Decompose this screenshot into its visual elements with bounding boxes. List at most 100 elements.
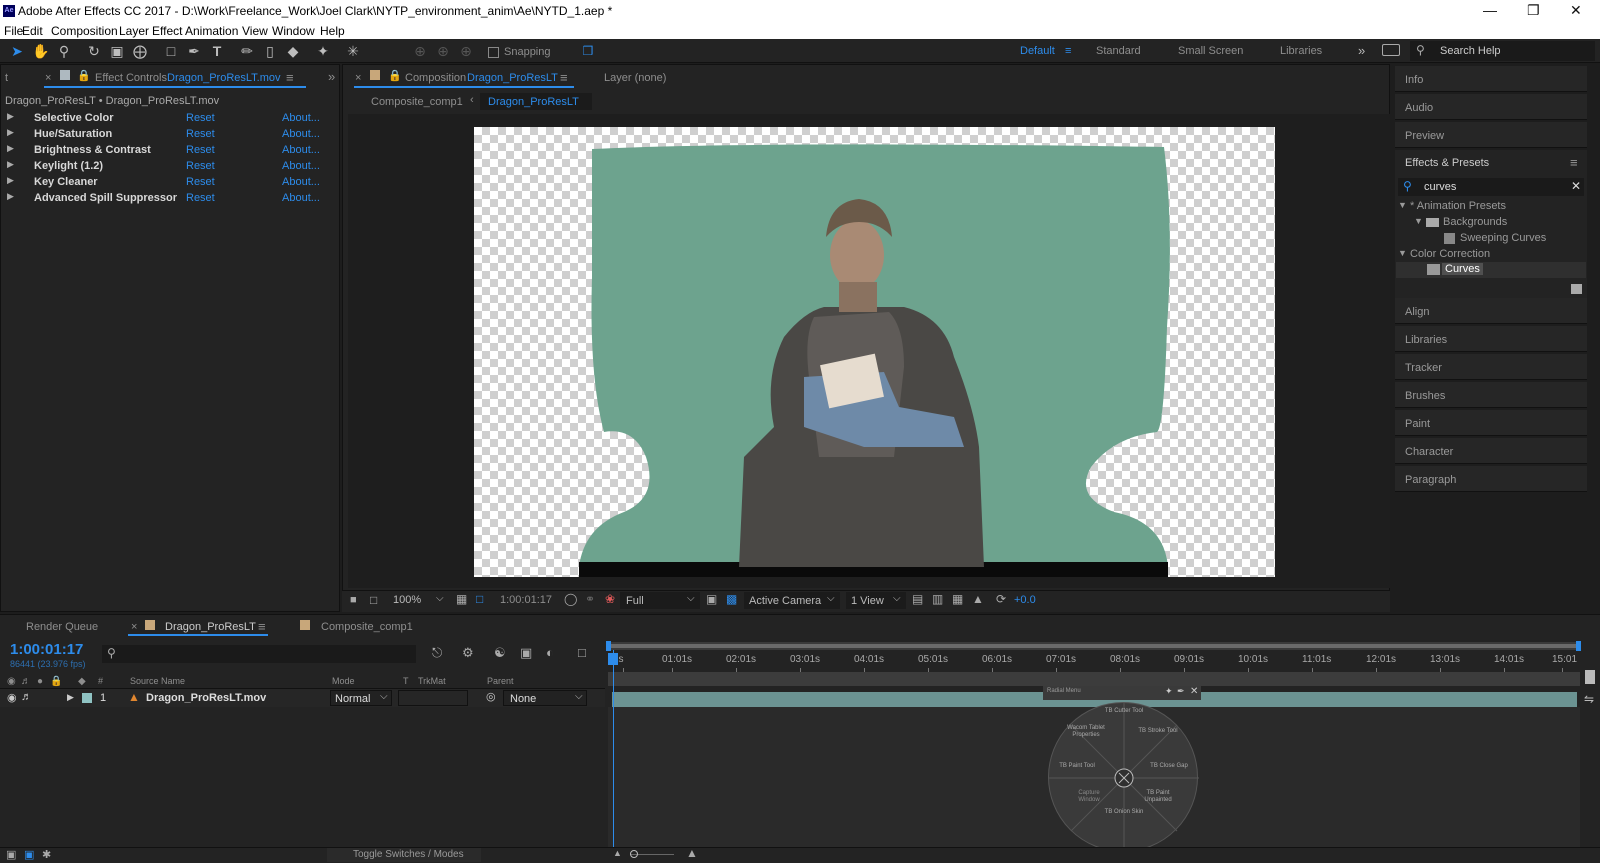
blend-mode-dropdown[interactable]: Normal ⌵ (330, 690, 392, 706)
mask-visibility-icon[interactable]: □ (476, 592, 483, 606)
libraries-panel-header[interactable]: Libraries (1395, 326, 1587, 352)
reset-button[interactable]: Reset (186, 192, 215, 204)
menu-layer[interactable]: Layer (119, 24, 149, 38)
settings-icon[interactable]: ✒ (1177, 686, 1185, 697)
show-snapshot-icon[interactable]: ⚭ (585, 592, 595, 606)
search-help-field[interactable]: ⚲ Search Help (1410, 41, 1595, 61)
effects-presets-title[interactable]: Effects & Presets (1405, 157, 1489, 169)
radial-item-cutter[interactable]: TB Cutter Tool (1104, 708, 1144, 715)
tree-curves[interactable]: Curves (1442, 263, 1483, 275)
expand-triangle-icon[interactable]: ▼ (1398, 248, 1407, 258)
pen-tool-icon[interactable]: ✒ (185, 42, 203, 60)
radial-item-wacom[interactable]: Wacom Tablet Properties (1066, 725, 1106, 739)
hand-tool-icon[interactable]: ✋ (32, 42, 50, 60)
in-out-panes-icon[interactable]: ✱ (42, 848, 51, 861)
graph-editor-icon[interactable]: □ (578, 645, 586, 660)
camera-dropdown[interactable]: Active Camera ⌵ (744, 592, 840, 609)
reset-button[interactable]: Reset (186, 176, 215, 188)
expand-triangle-icon[interactable]: ▼ (1414, 216, 1423, 226)
workspace-standard[interactable]: Standard (1096, 45, 1141, 57)
tree-backgrounds[interactable]: Backgrounds (1443, 216, 1507, 228)
breadcrumb-active[interactable]: Dragon_ProResLT (480, 93, 592, 110)
trkmat-field[interactable] (398, 690, 468, 706)
panel-menu-icon[interactable]: ≡ (560, 70, 568, 85)
timeline-timecode[interactable]: 1:00:01:17 (10, 641, 83, 658)
reset-exposure-icon[interactable]: ⟳ (996, 592, 1006, 606)
effect-row[interactable]: ▶ Key Cleaner Reset About... (0, 175, 330, 191)
brush-tool-icon[interactable]: ✏ (238, 42, 256, 60)
minimize-icon[interactable]: — (1483, 2, 1497, 18)
about-link[interactable]: About... (282, 160, 320, 172)
col-source-name[interactable]: Source Name (130, 676, 185, 686)
radial-item-paint-unpainted[interactable]: TB Paint Unpainted (1138, 790, 1178, 804)
radial-item-paint-tool[interactable]: TB Paint Tool (1057, 763, 1097, 770)
channel-icon[interactable]: ❀ (605, 592, 615, 606)
effect-row[interactable]: ▶ Selective Color Reset About... (0, 111, 330, 127)
playhead-handle[interactable] (608, 653, 618, 665)
region-of-interest-icon[interactable]: ▣ (706, 592, 717, 606)
new-bin-icon[interactable] (1571, 284, 1582, 294)
roto-brush-tool-icon[interactable]: ✦ (314, 42, 332, 60)
effects-search-field[interactable]: ⚲ curves ✕ (1398, 178, 1584, 196)
toggle-pixel-aspect-icon[interactable]: ▤ (912, 592, 923, 606)
visibility-eye-icon[interactable]: ◉ (7, 691, 17, 704)
panel-menu-icon[interactable]: ≡ (286, 70, 294, 85)
viewer-timecode[interactable]: 1:00:01:17 (500, 594, 552, 606)
resolution-dropdown[interactable]: Full ⌵ (620, 592, 700, 609)
motion-blur-icon[interactable]: ◐ (546, 645, 554, 660)
radial-item-stroke[interactable]: TB Stroke Tool (1138, 728, 1178, 735)
reset-button[interactable]: Reset (186, 128, 215, 140)
pan-behind-tool-icon[interactable]: ⨁ (131, 42, 149, 60)
camera-tool-icon[interactable]: ▣ (108, 42, 126, 60)
about-link[interactable]: About... (282, 112, 320, 124)
parent-dropdown[interactable]: None ⌵ (503, 690, 587, 706)
always-preview-icon[interactable]: ■ (350, 594, 357, 606)
local-axis-icon[interactable]: ⊕ (411, 42, 429, 60)
brushes-panel-header[interactable]: Brushes (1395, 382, 1587, 408)
transfer-controls-icon[interactable]: ▣ (24, 848, 34, 861)
snapshot-icon[interactable]: ◯ (564, 592, 577, 606)
menu-help[interactable]: Help (320, 24, 345, 38)
radial-item-onion-skin[interactable]: TB Onion Skin (1104, 809, 1144, 816)
radial-menu-titlebar[interactable]: Radial Menu ✦ ✒ ✕ (1043, 686, 1201, 700)
rectangle-tool-icon[interactable]: □ (162, 42, 180, 60)
prev-panel-tab-icon[interactable]: t (5, 72, 8, 84)
menu-window[interactable]: Window (272, 24, 315, 38)
tracker-panel-header[interactable]: Tracker (1395, 354, 1587, 380)
audio-panel-header[interactable]: Audio (1395, 94, 1587, 120)
audio-toggle-icon[interactable]: ♬ (21, 691, 32, 703)
composition-canvas[interactable] (474, 127, 1275, 577)
zoom-slider-thumb[interactable] (630, 850, 638, 858)
snapping-target-icon[interactable]: ❒ (579, 42, 597, 60)
panel-menu-icon[interactable]: ≡ (1570, 155, 1578, 170)
reset-button[interactable]: Reset (186, 144, 215, 156)
type-tool-icon[interactable]: T (208, 42, 226, 60)
tab-render-queue[interactable]: Render Queue (26, 621, 98, 633)
tree-color-correction[interactable]: Color Correction (1410, 248, 1490, 260)
comp-button-icon[interactable]: ⇋ (1584, 692, 1594, 706)
transparency-grid-icon[interactable]: ▩ (726, 592, 737, 606)
expand-panel-icon[interactable]: » (328, 69, 335, 84)
menu-composition[interactable]: Composition (51, 24, 118, 38)
composition-mini-flowchart-icon[interactable]: ⎋ (432, 645, 442, 661)
work-area-end-handle[interactable] (1576, 641, 1581, 651)
lock-icon[interactable]: 🔒 (388, 69, 402, 82)
frame-blending-icon[interactable]: ▣ (520, 645, 532, 661)
breadcrumb-composite[interactable]: Composite_comp1 (371, 96, 463, 108)
menu-file[interactable]: File (4, 24, 23, 38)
paint-panel-header[interactable]: Paint (1395, 410, 1587, 436)
rotation-tool-icon[interactable]: ↻ (85, 42, 103, 60)
character-panel-header[interactable]: Character (1395, 438, 1587, 464)
expand-triangle-icon[interactable]: ▶ (67, 692, 74, 703)
menu-effect[interactable]: Effect (152, 24, 182, 38)
puppet-pin-tool-icon[interactable]: ✳ (344, 42, 362, 60)
close-tab-icon[interactable]: × (131, 621, 137, 633)
comp-marker-bin[interactable] (1585, 670, 1595, 684)
world-axis-icon[interactable]: ⊕ (434, 42, 452, 60)
chevron-down-icon[interactable]: ⌵ (436, 593, 444, 604)
zoom-tool-icon[interactable]: ⚲ (55, 42, 73, 60)
fast-previews-icon[interactable]: ▥ (932, 592, 943, 606)
expand-triangle-icon[interactable]: ▶ (7, 159, 14, 170)
layer-switches-icon[interactable]: ▣ (6, 848, 16, 861)
workspace-small-screen[interactable]: Small Screen (1178, 45, 1243, 57)
